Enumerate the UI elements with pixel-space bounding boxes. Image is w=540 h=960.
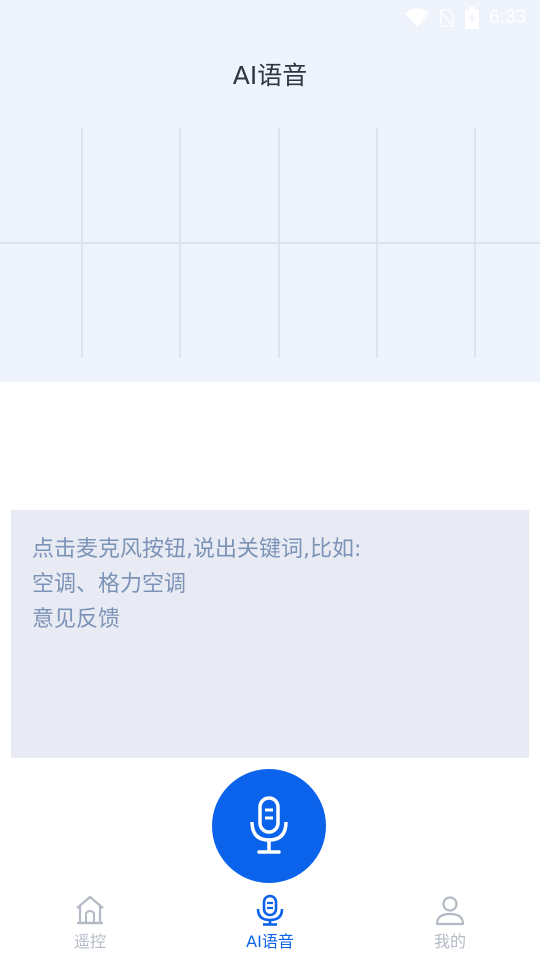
- no-sim-icon: [439, 9, 455, 28]
- hint-line: 点击麦克风按钮,说出关键词,比如:: [32, 537, 362, 562]
- waveform-grid: [0, 128, 540, 358]
- voice-visualizer-area: 6:33 AI语音: [0, 0, 540, 382]
- page-title: AI语音: [232, 61, 308, 90]
- status-time: 6:33: [489, 7, 526, 28]
- person-icon: [435, 896, 465, 926]
- status-bar: 6:33: [0, 0, 540, 36]
- wifi-icon: [405, 8, 430, 27]
- tab-label: AI语音: [246, 932, 294, 951]
- mic-button[interactable]: [212, 769, 326, 883]
- bottom-tab-bar: 遥控 AI语音 我的: [0, 890, 540, 960]
- hint-line: 空调、格力空调: [32, 572, 187, 597]
- tab-remote[interactable]: 遥控: [0, 890, 180, 960]
- voice-hint-panel: 点击麦克风按钮,说出关键词,比如: 空调、格力空调 意见反馈: [11, 510, 529, 758]
- tab-label: 我的: [433, 932, 466, 951]
- microphone-icon: [250, 796, 288, 854]
- microphone-icon: [256, 894, 284, 926]
- home-icon: [76, 895, 104, 925]
- battery-icon: [465, 7, 480, 29]
- tab-mine[interactable]: 我的: [360, 890, 540, 960]
- tab-label: 遥控: [73, 932, 106, 951]
- tab-ai-voice[interactable]: AI语音: [180, 890, 360, 960]
- hint-line: 意见反馈: [32, 607, 121, 632]
